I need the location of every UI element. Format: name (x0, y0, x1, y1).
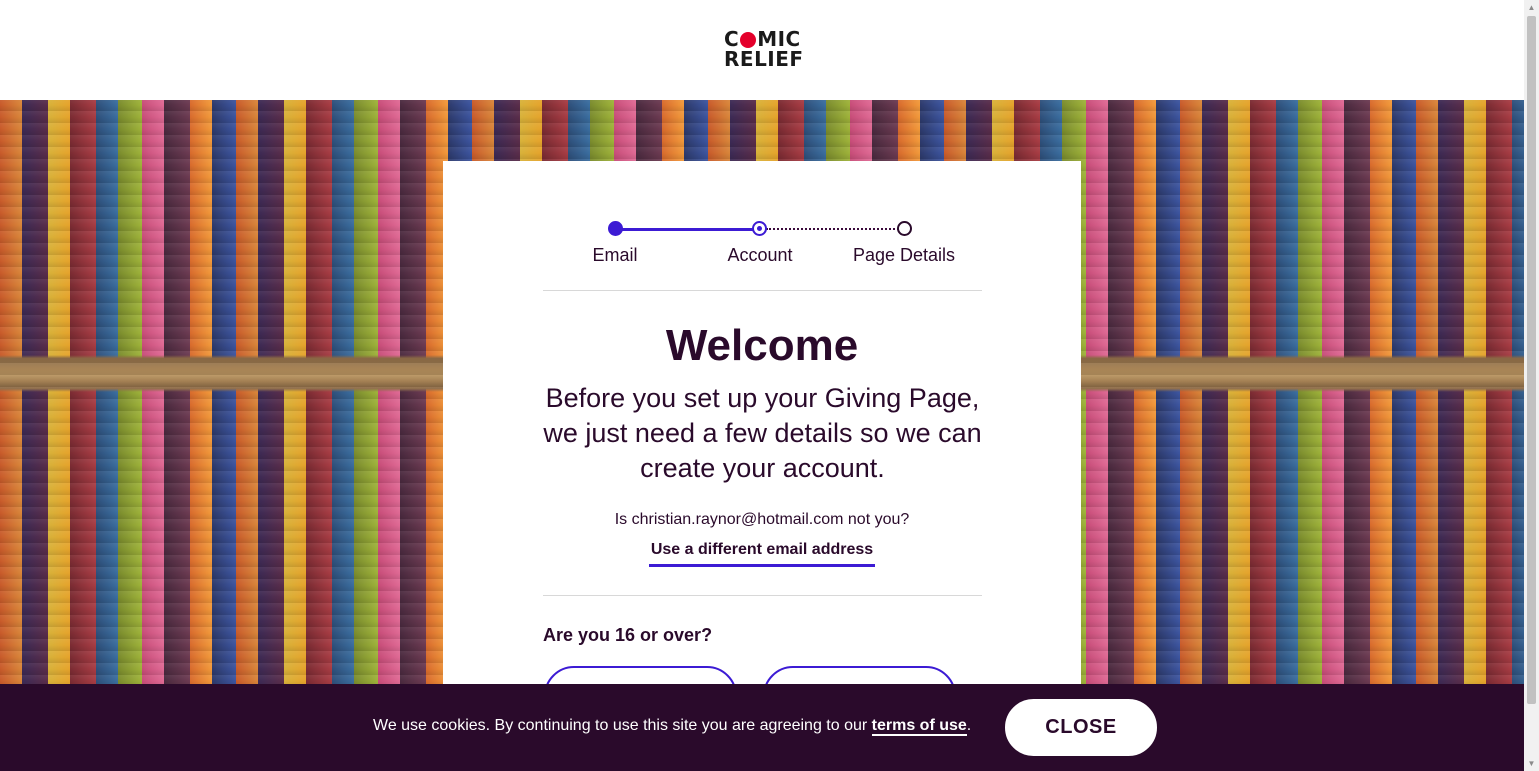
signup-card: Email Account Page Details Welcome Befor… (443, 161, 1081, 771)
age-question: Are you 16 or over? (543, 625, 713, 645)
site-header: C MIC RELIEF (0, 0, 1524, 100)
page-title: Welcome (665, 321, 859, 370)
scroll-up-arrow-icon[interactable]: ▲ (1524, 0, 1539, 15)
logo-line-1: C MIC (724, 29, 802, 49)
step-label-page-details: Page Details (852, 245, 956, 265)
progress-stepper: Email Account Page Details (443, 161, 1081, 291)
cookie-banner: We use cookies. By continuing to use thi… (0, 684, 1524, 771)
step-dot-email (608, 221, 623, 236)
step-dot-account (752, 221, 767, 236)
use-different-email-link[interactable]: Use a different email address (649, 540, 875, 567)
not-you-text: Is christian.raynor@hotmail.com not you? (614, 511, 910, 528)
terms-of-use-link[interactable]: terms of use (871, 717, 967, 736)
step-dot-page-details (897, 221, 912, 236)
step-line-pending (766, 228, 902, 230)
divider (543, 595, 982, 596)
cookie-message-text: We use cookies. By continuing to use thi… (373, 717, 872, 734)
comic-relief-logo[interactable]: C MIC RELIEF (724, 29, 804, 71)
cookie-message-end: . (966, 717, 972, 734)
step-line-complete (616, 228, 761, 231)
red-nose-icon (740, 32, 757, 48)
logo-line-2: RELIEF (724, 47, 804, 71)
cookie-close-button[interactable]: CLOSE (1005, 699, 1157, 756)
page-scrollbar[interactable]: ▲ ▼ (1524, 0, 1539, 771)
scroll-down-arrow-icon[interactable]: ▼ (1524, 756, 1539, 771)
scrollbar-thumb[interactable] (1527, 16, 1536, 704)
cookie-message: We use cookies. By continuing to use thi… (373, 717, 972, 736)
intro-text: Before you set up your Giving Page, we j… (543, 383, 982, 483)
divider (543, 290, 982, 291)
step-label-email: Email (592, 245, 638, 265)
step-label-account: Account (727, 245, 793, 265)
